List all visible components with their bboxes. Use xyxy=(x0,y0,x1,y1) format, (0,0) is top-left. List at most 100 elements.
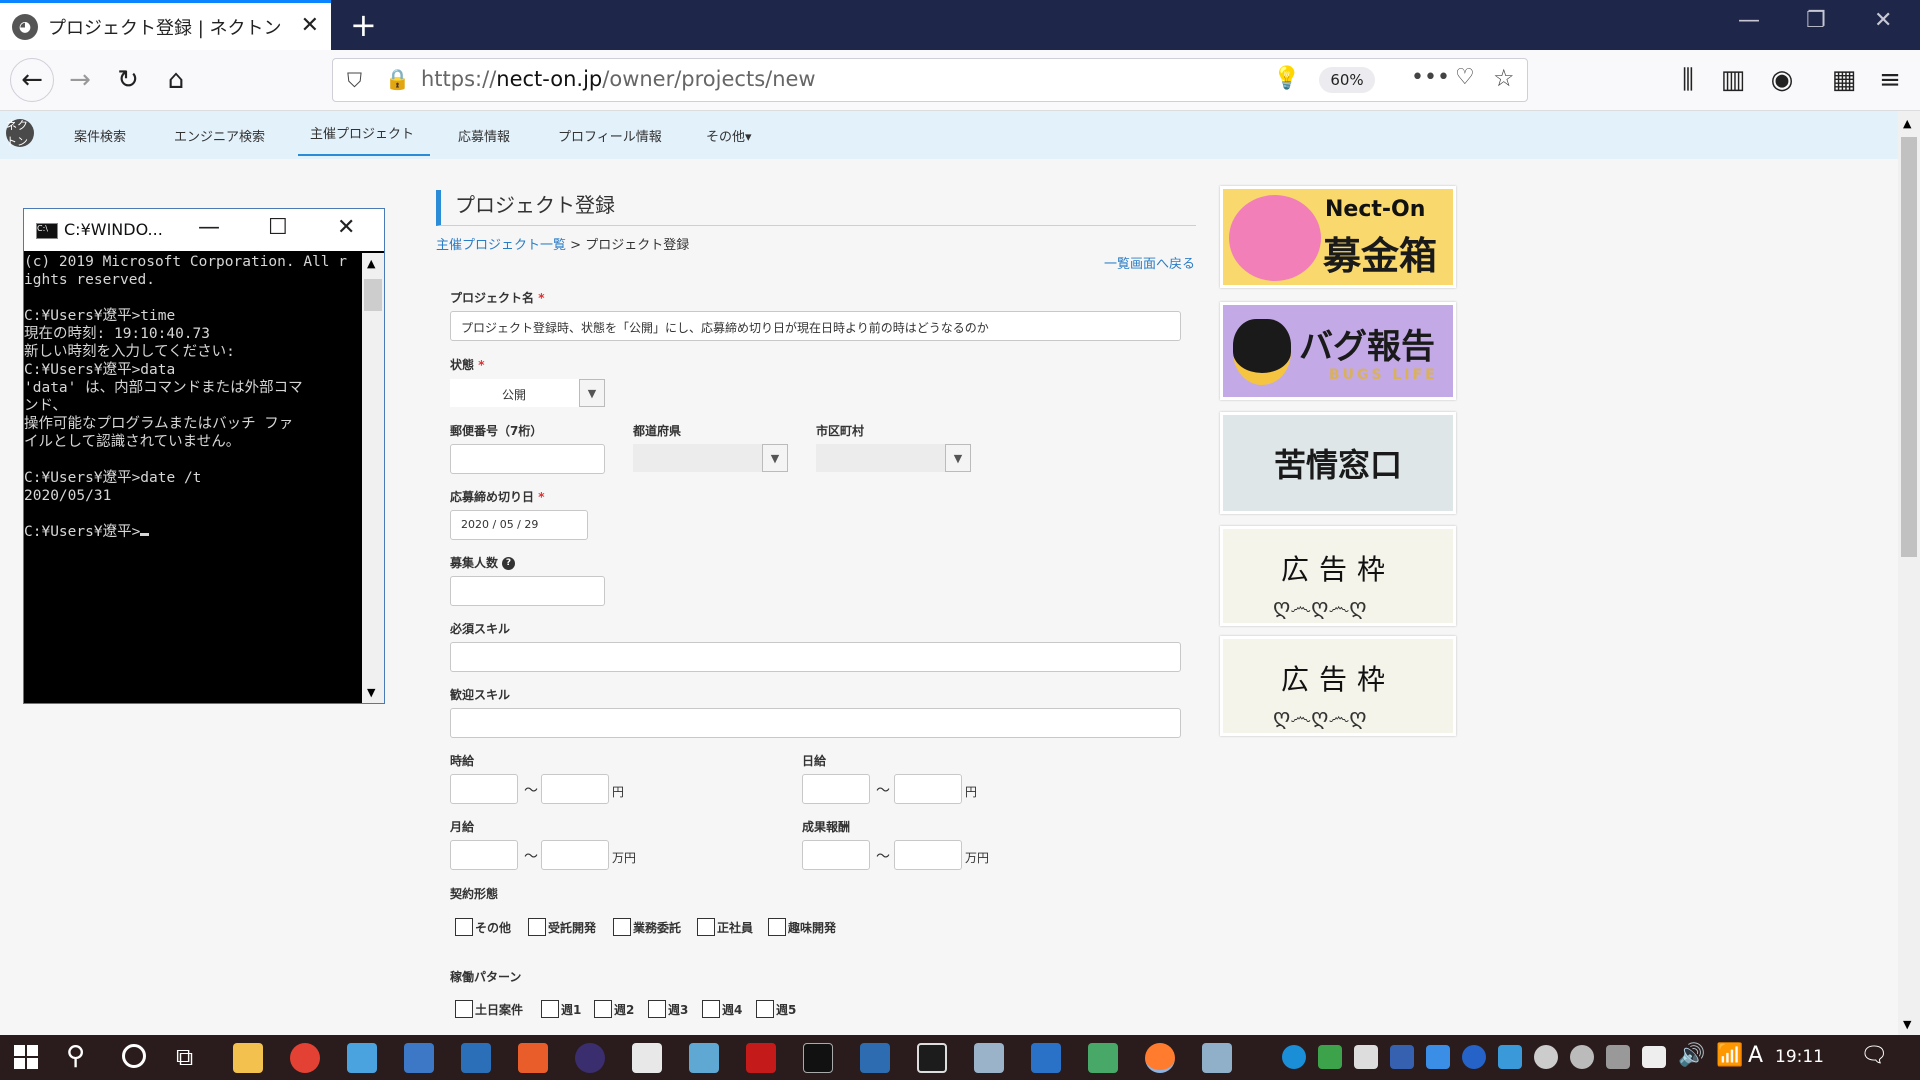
windows-start-icon[interactable] xyxy=(14,1045,38,1069)
contract-option-outsourcing[interactable]: 業務委託 xyxy=(613,918,681,936)
bookmark-star-icon[interactable]: ☆ xyxy=(1493,64,1515,92)
donation-banner[interactable]: Nect-On 募金箱 xyxy=(1220,186,1456,288)
skype-icon[interactable] xyxy=(1282,1045,1306,1069)
notification-center-icon[interactable]: 🗨 xyxy=(1860,1043,1888,1068)
wifi-icon[interactable]: 📶 xyxy=(1716,1043,1743,1068)
nav-hosted-projects[interactable]: 主催プロジェクト xyxy=(298,123,431,156)
tab-close-icon[interactable]: ✕ xyxy=(301,13,319,38)
tray-app-icon[interactable] xyxy=(1498,1045,1522,1069)
ad-slot-banner[interactable]: 広告枠 ღ෴ღ෴ღ xyxy=(1220,636,1456,736)
chrome-icon[interactable] xyxy=(290,1043,320,1073)
forward-arrow-icon[interactable]: → xyxy=(62,62,98,98)
back-arrow-icon[interactable]: ← xyxy=(10,58,54,102)
tray-app-icon[interactable] xyxy=(1390,1045,1414,1069)
hourly-max-input[interactable] xyxy=(541,774,609,804)
lightbulb-icon[interactable]: 💡 xyxy=(1273,66,1300,91)
work-option-2day[interactable]: 週2 xyxy=(594,1000,634,1018)
cmd-output[interactable]: (c) 2019 Microsoft Corporation. All r igh… xyxy=(24,253,362,703)
ime-mode-icon[interactable]: A xyxy=(1748,1043,1763,1068)
close-icon[interactable]: ✕ xyxy=(337,215,355,240)
hourly-min-input[interactable] xyxy=(450,774,518,804)
extensions-gift-icon[interactable]: ▦ xyxy=(1826,62,1862,98)
new-tab-icon[interactable]: + xyxy=(350,6,377,44)
mail-icon[interactable] xyxy=(1031,1043,1061,1073)
nav-job-search[interactable]: 案件検索 xyxy=(74,126,126,145)
shield-icon[interactable]: ⛉ xyxy=(347,68,362,92)
volume-icon[interactable]: 🔊 xyxy=(1678,1043,1705,1068)
firefox-icon[interactable] xyxy=(1145,1043,1175,1073)
more-actions-icon[interactable]: ••• xyxy=(1411,65,1450,90)
nav-other-dropdown[interactable]: その他▾ xyxy=(706,126,752,145)
scroll-up-icon[interactable]: ▲ xyxy=(367,257,375,270)
nav-applications[interactable]: 応募情報 xyxy=(458,126,510,145)
tray-app-icon[interactable] xyxy=(1534,1045,1558,1069)
contract-option-hobby[interactable]: 趣味開発 xyxy=(768,918,836,936)
breadcrumb-link[interactable]: 主催プロジェクト一覧 xyxy=(436,238,566,253)
app-icon[interactable] xyxy=(575,1043,605,1073)
lock-icon[interactable]: 🔒 xyxy=(385,67,410,91)
contract-option-contracted[interactable]: 受託開発 xyxy=(528,918,596,936)
sidebar-icon[interactable]: ▥ xyxy=(1715,62,1751,98)
daily-min-input[interactable] xyxy=(802,774,870,804)
site-logo[interactable]: ネクトン xyxy=(6,119,34,148)
file-explorer-icon[interactable] xyxy=(233,1043,263,1073)
welcome-skill-input[interactable] xyxy=(450,708,1181,738)
store-icon[interactable] xyxy=(347,1043,377,1073)
complaint-banner[interactable]: 苦情窓口 xyxy=(1220,412,1456,514)
cmd-scrollbar[interactable]: ▲ ▼ xyxy=(362,253,384,703)
nav-profile[interactable]: プロフィール情報 xyxy=(558,126,662,145)
app-icon[interactable] xyxy=(860,1043,890,1073)
work-option-3day[interactable]: 週3 xyxy=(648,1000,688,1018)
menu-hamburger-icon[interactable]: ≡ xyxy=(1872,62,1908,98)
contract-option-other[interactable]: その他 xyxy=(455,918,511,936)
reward-max-input[interactable] xyxy=(894,840,962,870)
page-scrollbar[interactable]: ▲ ▼ xyxy=(1898,111,1920,1035)
scroll-down-icon[interactable]: ▼ xyxy=(1903,1018,1911,1031)
browser-tab-active[interactable]: ◕ プロジェクト登録 | ネクトン ✕ xyxy=(0,0,331,50)
daily-max-input[interactable] xyxy=(894,774,962,804)
restore-icon[interactable]: ❐ xyxy=(1806,8,1826,33)
app-icon[interactable] xyxy=(404,1043,434,1073)
app-icon[interactable] xyxy=(518,1043,548,1073)
app-icon[interactable] xyxy=(974,1043,1004,1073)
back-to-list-link[interactable]: 一覧画面へ戻る xyxy=(1104,253,1195,272)
app-icon[interactable] xyxy=(1202,1043,1232,1073)
terminal-icon[interactable] xyxy=(803,1043,833,1073)
nav-engineer-search[interactable]: エンジニア検索 xyxy=(174,126,265,145)
maximize-icon[interactable]: ☐ xyxy=(268,215,288,240)
work-option-weekend[interactable]: 土日案件 xyxy=(455,1000,523,1018)
pocket-icon[interactable]: ♡ xyxy=(1455,65,1475,90)
recruit-count-input[interactable] xyxy=(450,576,605,606)
minimize-icon[interactable]: — xyxy=(1738,8,1760,33)
status-select[interactable]: 公開 ▼ xyxy=(450,379,605,407)
cmd-title-bar[interactable]: C:\ C:¥WINDO... — ☐ ✕ xyxy=(24,209,384,251)
reward-min-input[interactable] xyxy=(802,840,870,870)
prefecture-select[interactable]: ▼ xyxy=(633,444,788,472)
battery-icon[interactable] xyxy=(1642,1046,1666,1068)
work-option-1day[interactable]: 週1 xyxy=(541,1000,581,1018)
account-icon[interactable]: ◉ xyxy=(1764,62,1800,98)
cmd-window[interactable]: C:\ C:¥WINDO... — ☐ ✕ (c) 2019 Microsoft… xyxy=(23,208,385,704)
search-icon[interactable]: ⚲ xyxy=(66,1041,85,1071)
tray-app-icon[interactable] xyxy=(1426,1045,1450,1069)
app-icon[interactable] xyxy=(689,1043,719,1073)
app-icon[interactable] xyxy=(461,1043,491,1073)
scroll-up-icon[interactable]: ▲ xyxy=(1903,117,1911,130)
contract-option-fulltime[interactable]: 正社員 xyxy=(697,918,753,936)
onedrive-icon[interactable] xyxy=(1354,1045,1378,1069)
tray-app-icon[interactable] xyxy=(1570,1045,1594,1069)
postal-code-input[interactable] xyxy=(450,444,605,474)
home-icon[interactable]: ⌂ xyxy=(158,62,194,98)
project-name-input[interactable]: プロジェクト登録時、状態を「公開」にし、応募締め切り日が現在日時より前の時はどう… xyxy=(450,311,1181,341)
required-skill-input[interactable] xyxy=(450,642,1181,672)
bluetooth-icon[interactable] xyxy=(1462,1045,1486,1069)
url-text[interactable]: https://nect-on.jp/owner/projects/new xyxy=(421,67,816,91)
app-icon[interactable] xyxy=(1088,1043,1118,1073)
page-scroll-thumb[interactable] xyxy=(1901,137,1917,557)
close-window-icon[interactable]: ✕ xyxy=(1874,8,1892,33)
scroll-down-icon[interactable]: ▼ xyxy=(367,686,375,699)
defender-icon[interactable] xyxy=(1318,1045,1342,1069)
monthly-min-input[interactable] xyxy=(450,840,518,870)
monthly-max-input[interactable] xyxy=(541,840,609,870)
app-icon[interactable] xyxy=(746,1043,776,1073)
